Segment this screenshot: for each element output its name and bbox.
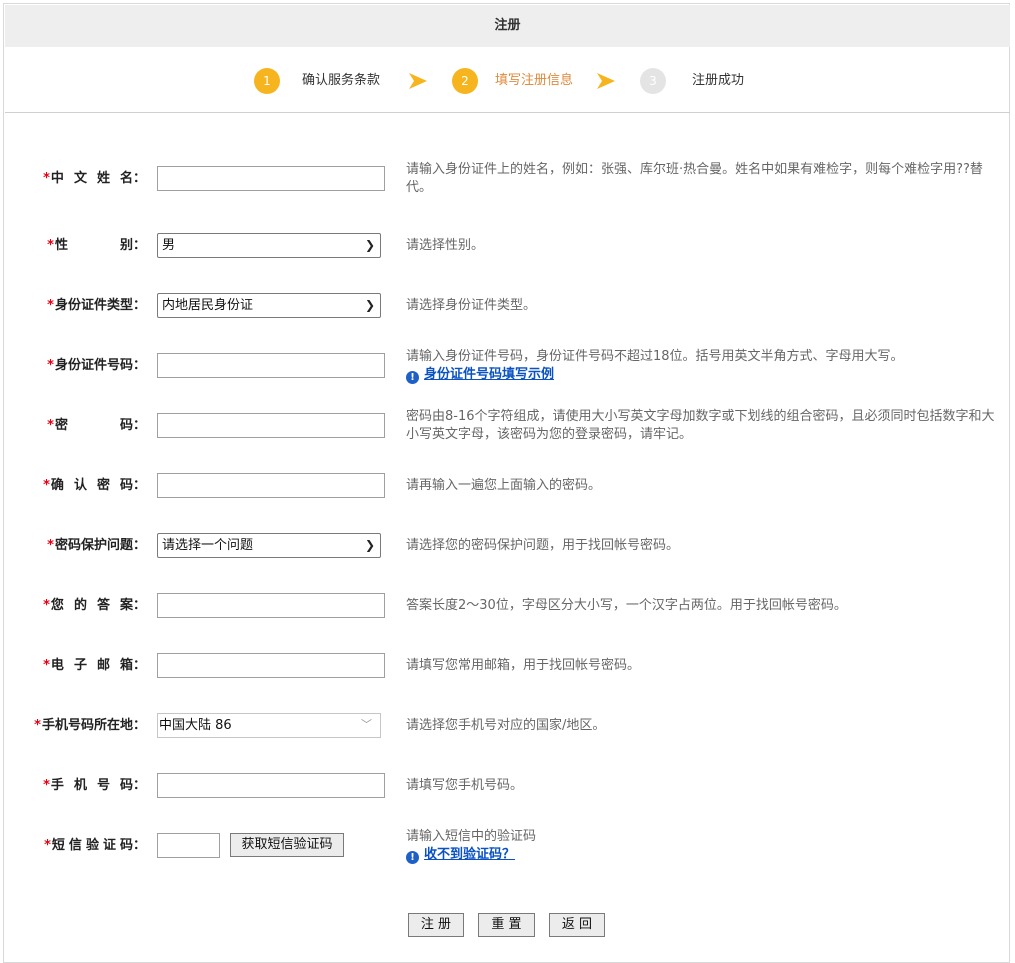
step-3-label: 注册成功	[692, 73, 745, 88]
phone-hint: 请填写您手机号码。	[406, 778, 524, 793]
password-hint: 密码由8-16个字符组成，请使用大小写英文字母加数字或下划线的组合密码，且必须同…	[406, 409, 995, 442]
confirm-password-hint: 请再输入一遍您上面输入的密码。	[406, 478, 602, 493]
info-icon: !	[406, 851, 419, 864]
password-input[interactable]	[157, 413, 385, 438]
required-mark: *	[47, 418, 54, 433]
answer-hint: 答案长度2～30位，字母区分大小写，一个汉字占两位。用于找回帐号密码。	[406, 598, 847, 613]
sms-code-input[interactable]	[157, 833, 220, 858]
sms-code-hint: 请输入短信中的验证码 ! 收不到验证码？	[406, 829, 537, 864]
id-number-input[interactable]	[157, 353, 385, 378]
confirm-password-label: *确认密码：	[43, 478, 146, 493]
step-arrow-icon	[409, 73, 427, 89]
required-mark: *	[43, 778, 50, 793]
chevron-down-icon: ❯	[364, 298, 375, 312]
step-arrow-icon	[597, 73, 615, 89]
step-3-number: 3	[640, 68, 666, 94]
required-mark: *	[44, 838, 51, 853]
chevron-down-icon: ﹀	[361, 718, 372, 731]
name-label: *中文姓名：	[43, 171, 146, 186]
security-question-hint: 请选择您的密码保护问题，用于找回帐号密码。	[406, 538, 680, 553]
step-1-label: 确认服务条款	[302, 73, 381, 88]
sms-code-label: *短信验证码：	[44, 838, 146, 853]
page-title: 注册	[5, 5, 1010, 47]
required-mark: *	[47, 298, 54, 313]
header-divider	[5, 112, 1010, 113]
submit-button[interactable]: 注 册	[408, 913, 464, 937]
confirm-password-input[interactable]	[157, 473, 385, 498]
no-sms-code-link[interactable]: 收不到验证码？	[424, 847, 515, 862]
gender-hint: 请选择性别。	[406, 238, 485, 253]
step-1-number: 1	[254, 68, 280, 94]
password-label: *密 码：	[47, 418, 146, 433]
step-indicator: 1 确认服务条款 2 填写注册信息 3 注册成功	[0, 66, 1015, 96]
email-input[interactable]	[157, 653, 385, 678]
phone-region-select[interactable]: 中国大陆 86 ﹀	[157, 713, 381, 738]
name-input[interactable]	[157, 166, 385, 191]
id-type-label: *身份证件类型：	[47, 298, 146, 313]
chevron-down-icon: ❯	[364, 238, 375, 252]
required-mark: *	[43, 171, 50, 186]
phone-label: *手机号码：	[43, 778, 146, 793]
required-mark: *	[47, 538, 54, 553]
required-mark: *	[34, 718, 41, 733]
required-mark: *	[43, 478, 50, 493]
chevron-down-icon: ❯	[364, 538, 375, 552]
required-mark: *	[47, 358, 54, 373]
get-sms-code-button[interactable]: 获取短信验证码	[230, 833, 344, 857]
email-label: *电子邮箱：	[43, 658, 146, 673]
id-number-hint: 请输入身份证件号码，身份证件号码不超过18位。括号用英文半角方式、字母用大写。 …	[406, 349, 904, 384]
security-question-label: *密码保护问题：	[47, 538, 146, 553]
info-icon: !	[406, 371, 419, 384]
step-2-number: 2	[452, 68, 478, 94]
id-number-label: *身份证件号码：	[47, 358, 146, 373]
required-mark: *	[47, 238, 54, 253]
name-hint: 请输入身份证件上的姓名，例如：张强、库尔班·热合曼。姓名中如果有难检字，则每个难…	[406, 162, 983, 195]
id-type-hint: 请选择身份证件类型。	[406, 298, 537, 313]
answer-input[interactable]	[157, 593, 385, 618]
required-mark: *	[43, 658, 50, 673]
phone-region-label: *手机号码所在地：	[34, 718, 146, 733]
gender-label: *性 别：	[47, 238, 146, 253]
security-question-select[interactable]: 请选择一个问题 ❯	[157, 533, 381, 558]
id-number-example-link[interactable]: 身份证件号码填写示例	[424, 367, 554, 382]
phone-region-hint: 请选择您手机号对应的国家/地区。	[406, 718, 606, 733]
id-type-select[interactable]: 内地居民身份证 ❯	[157, 293, 381, 318]
email-hint: 请填写您常用邮箱，用于找回帐号密码。	[406, 658, 641, 673]
step-2-label: 填写注册信息	[495, 73, 574, 88]
back-button[interactable]: 返 回	[549, 913, 605, 937]
required-mark: *	[43, 598, 50, 613]
answer-label: *您的答案：	[43, 598, 146, 613]
gender-select[interactable]: 男 ❯	[157, 233, 381, 258]
phone-input[interactable]	[157, 773, 385, 798]
reset-button[interactable]: 重 置	[478, 913, 535, 937]
